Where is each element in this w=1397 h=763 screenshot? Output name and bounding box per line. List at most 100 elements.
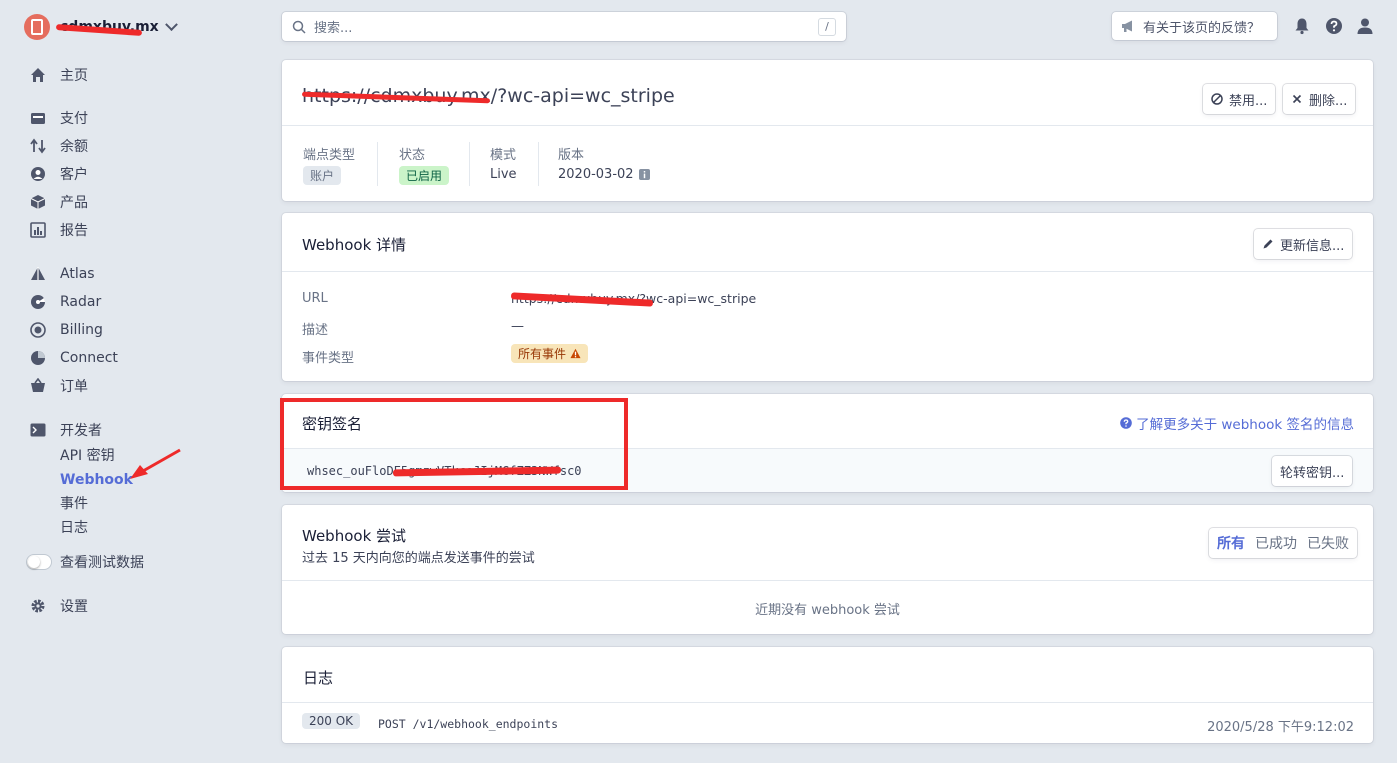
details-title: Webhook 详情 — [302, 236, 407, 254]
warning-icon — [570, 348, 581, 359]
divider — [282, 702, 1373, 703]
nav-atlas-label: Atlas — [60, 266, 95, 282]
help-icon[interactable] — [1325, 17, 1343, 35]
update-details-button[interactable]: 更新信息... — [1254, 229, 1353, 259]
orders-icon — [30, 378, 46, 394]
nav-billing-label: Billing — [60, 322, 103, 338]
annotation-highlight-box — [280, 398, 628, 490]
endpoint-url-title: https://cdmxbuy.mx/?wc-api=wc_stripe — [301, 85, 675, 107]
endpoint-type-badge: 账户 — [303, 166, 342, 185]
description-value: — — [511, 319, 524, 334]
feedback-label: 有关于该页的反馈？ — [1143, 20, 1261, 36]
nav-customers-label: 客户 — [60, 167, 88, 183]
sidebar: BB cdmxbuy.mx 主页 支付 余额 客户 产品 报告 Atlas Ra… — [0, 0, 260, 763]
divider — [377, 142, 378, 186]
nav-events[interactable]: 事件 — [60, 494, 88, 514]
nav-radar-label: Radar — [60, 294, 102, 310]
update-details-label: 更新信息... — [1280, 238, 1345, 254]
nav-home[interactable]: 主页 — [30, 64, 88, 86]
filter-failed[interactable]: 已失败 — [1307, 533, 1349, 553]
terminal-icon — [30, 422, 46, 438]
nav-home-label: 主页 — [60, 68, 88, 84]
nav-reports[interactable]: 报告 — [30, 219, 88, 241]
all-events-badge: 所有事件 — [511, 344, 589, 363]
nav-developers[interactable]: 开发者 — [30, 419, 102, 441]
nav-settings[interactable]: 设置 — [30, 595, 88, 617]
delete-button[interactable]: 删除... — [1283, 84, 1356, 114]
logs-card: 日志 200 OK POST /v1/webhook_endpoints 202… — [282, 647, 1373, 743]
products-icon — [30, 194, 46, 210]
nav-orders[interactable]: 订单 — [30, 375, 88, 397]
account-name: cdmxbuy.mx — [55, 19, 159, 36]
divider — [538, 142, 539, 186]
atlas-icon — [30, 266, 46, 282]
nav-atlas[interactable]: Atlas — [30, 263, 95, 285]
pencil-icon — [1263, 239, 1273, 249]
mode-value: Live — [490, 167, 517, 182]
customers-icon — [30, 166, 46, 182]
details-card: Webhook 详情 更新信息... URL https://cdmxbuy.m… — [282, 213, 1373, 381]
nav-radar[interactable]: Radar — [30, 291, 101, 313]
search-icon — [292, 20, 306, 34]
ban-icon — [1211, 93, 1223, 105]
gear-icon — [30, 598, 46, 614]
roll-secret-button[interactable]: 轮转密钥... — [1272, 456, 1353, 486]
nav-reports-label: 报告 — [60, 223, 88, 239]
billing-icon — [30, 322, 46, 338]
nav-billing[interactable]: Billing — [30, 319, 103, 341]
nav-products[interactable]: 产品 — [30, 191, 88, 213]
info-icon[interactable] — [638, 169, 650, 180]
log-row[interactable]: 200 OK — [302, 713, 361, 729]
divider — [469, 142, 470, 186]
endpoint-card: https://cdmxbuy.mx/?wc-api=wc_stripe 禁用.… — [282, 60, 1373, 201]
filter-all[interactable]: 所有 — [1217, 533, 1245, 553]
nav-payments-label: 支付 — [60, 111, 88, 127]
attempts-empty-state: 近期没有 webhook 尝试 — [755, 603, 900, 618]
test-data-toggle-row[interactable]: 查看测试数据 — [26, 551, 144, 573]
user-icon[interactable] — [1356, 17, 1374, 35]
annotation-arrow — [130, 448, 181, 479]
nav-balances-label: 余额 — [60, 139, 88, 155]
nav-webhook[interactable]: Webhook — [60, 470, 133, 490]
status-badge: 已启用 — [399, 166, 450, 185]
version-value: 2020-03-02 — [558, 167, 650, 182]
payments-icon — [30, 110, 46, 126]
roll-secret-label: 轮转密钥... — [1280, 465, 1345, 481]
bell-icon[interactable] — [1293, 17, 1311, 35]
nav-products-label: 产品 — [60, 195, 88, 211]
divider — [282, 580, 1373, 581]
learn-more-link[interactable]: 了解更多关于 webhook 签名的信息 — [1120, 413, 1354, 433]
attempts-title: Webhook 尝试 — [302, 527, 407, 545]
close-icon — [1292, 94, 1302, 104]
nav-payments[interactable]: 支付 — [30, 107, 88, 129]
search-placeholder: 搜索... — [314, 21, 353, 36]
disable-button[interactable]: 禁用... — [1203, 84, 1276, 114]
delete-label: 删除... — [1309, 93, 1348, 109]
attempts-filter[interactable]: 所有 已成功 已失败 — [1209, 528, 1357, 558]
nav-connect[interactable]: Connect — [30, 347, 118, 369]
log-status-badge: 200 OK — [302, 713, 361, 729]
test-data-toggle[interactable] — [26, 554, 52, 570]
feedback-button[interactable]: 有关于该页的反馈？ — [1112, 12, 1277, 40]
help-icon — [1120, 417, 1132, 429]
url-value: https://cdmxbuy.mx/?wc-api=wc_stripe — [510, 291, 756, 307]
search-shortcut: / — [818, 17, 836, 36]
nav-api-keys[interactable]: API 密钥 — [60, 446, 115, 466]
connect-icon — [30, 350, 46, 366]
search-input[interactable]: 搜索... / — [282, 12, 846, 41]
log-timestamp: 2020/5/28 下午9:12:02 — [1207, 720, 1354, 735]
radar-icon — [30, 294, 46, 310]
endpoint-type-label: 端点类型 — [303, 148, 356, 163]
nav-connect-label: Connect — [60, 350, 118, 366]
nav-logs[interactable]: 日志 — [60, 518, 88, 538]
divider — [282, 271, 1373, 272]
nav-customers[interactable]: 客户 — [30, 163, 88, 185]
log-request: POST /v1/webhook_endpoints — [378, 717, 559, 731]
version-label: 版本 — [558, 148, 585, 163]
webhook-attempts-card: Webhook 尝试 过去 15 天内向您的端点发送事件的尝试 所有 已成功 已… — [282, 505, 1373, 634]
megaphone-icon — [1122, 20, 1132, 32]
mode-label: 模式 — [490, 148, 517, 163]
nav-balances[interactable]: 余额 — [30, 135, 88, 157]
account-switcher[interactable]: BB cdmxbuy.mx — [24, 12, 178, 42]
filter-succeeded[interactable]: 已成功 — [1255, 533, 1297, 553]
